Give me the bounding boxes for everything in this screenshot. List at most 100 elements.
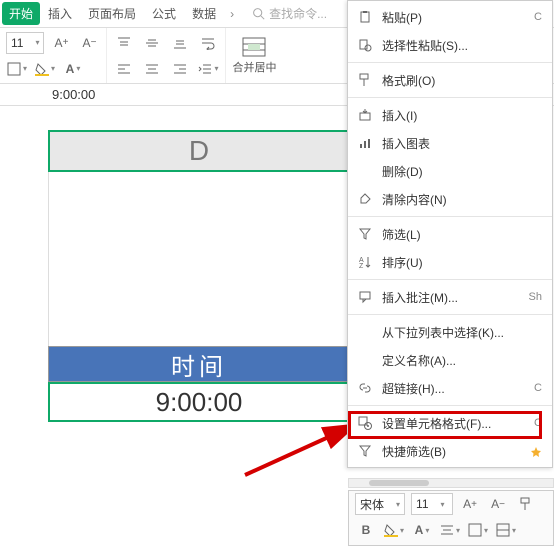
tab-more-icon[interactable]: › xyxy=(224,7,240,21)
context-menu-item-15[interactable]: 从下拉列表中选择(K)... xyxy=(348,318,552,346)
cell-format-icon xyxy=(356,414,374,432)
mini-decrease-font-icon[interactable]: A− xyxy=(487,493,509,515)
increase-font-icon[interactable]: A+ xyxy=(50,32,72,54)
context-menu-shortcut: Sh xyxy=(529,291,542,303)
context-menu-separator xyxy=(348,405,552,406)
blank-icon xyxy=(356,162,374,180)
align-right-icon[interactable] xyxy=(169,58,191,80)
decrease-font-icon[interactable]: A− xyxy=(78,32,100,54)
context-menu-label: 筛选(L) xyxy=(382,226,542,243)
context-menu-item-5[interactable]: 插入(I) xyxy=(348,101,552,129)
font-size-select[interactable]: 11▾ xyxy=(6,32,44,54)
mini-align-icon[interactable] xyxy=(439,519,461,541)
context-menu-label: 排序(U) xyxy=(382,254,542,271)
context-menu-label: 插入批注(M)... xyxy=(382,289,521,306)
title-cell[interactable]: 时间 xyxy=(48,346,350,382)
context-menu-item-13[interactable]: 插入批注(M)... Sh xyxy=(348,283,552,311)
mini-increase-font-icon[interactable]: A+ xyxy=(459,493,481,515)
context-menu-shortcut: C xyxy=(534,11,542,23)
context-menu-item-10[interactable]: 筛选(L) xyxy=(348,220,552,248)
paste-icon xyxy=(356,8,374,26)
context-menu-separator xyxy=(348,279,552,280)
context-menu-label: 设置单元格格式(F)... xyxy=(382,415,526,432)
paste-special-icon xyxy=(356,36,374,54)
context-menu-item-0[interactable]: 粘贴(P)C xyxy=(348,3,552,31)
wrap-text-icon[interactable] xyxy=(197,32,219,54)
mini-fill-color-icon[interactable] xyxy=(383,519,405,541)
link-icon xyxy=(356,379,374,397)
align-middle-icon[interactable] xyxy=(141,32,163,54)
tab-page-layout[interactable]: 页面布局 xyxy=(80,1,144,26)
empty-cells[interactable] xyxy=(48,172,350,346)
mini-font-color-icon[interactable]: A xyxy=(411,519,433,541)
context-menu-separator xyxy=(348,314,552,315)
context-menu-shortcut: C xyxy=(534,417,542,429)
context-menu-label: 格式刷(O) xyxy=(382,72,542,89)
context-menu-label: 删除(D) xyxy=(382,163,542,180)
insert-icon xyxy=(356,106,374,124)
context-menu-item-19[interactable]: 设置单元格格式(F)... C xyxy=(348,409,552,437)
mini-format-painter-icon[interactable] xyxy=(515,493,537,515)
align-left-icon[interactable] xyxy=(113,58,135,80)
quick-filter-icon xyxy=(356,442,374,460)
context-menu-label: 从下拉列表中选择(K)... xyxy=(382,324,542,341)
blank-icon xyxy=(356,323,374,341)
context-menu-item-1[interactable]: 选择性粘贴(S)... xyxy=(348,31,552,59)
context-menu-item-7[interactable]: 删除(D) xyxy=(348,157,552,185)
border-button[interactable] xyxy=(6,58,28,80)
font-color-button[interactable]: A xyxy=(62,58,84,80)
mini-font-name-select[interactable]: 宋体▾ xyxy=(355,493,405,515)
context-menu-label: 选择性粘贴(S)... xyxy=(382,37,542,54)
tab-formula[interactable]: 公式 xyxy=(144,1,184,26)
star-icon xyxy=(530,444,542,458)
context-menu-label: 定义名称(A)... xyxy=(382,352,542,369)
column-header-d[interactable]: D xyxy=(48,130,350,172)
context-menu-item-20[interactable]: 快捷筛选(B) xyxy=(348,437,552,465)
context-menu-label: 清除内容(N) xyxy=(382,191,542,208)
chart-icon xyxy=(356,134,374,152)
merge-center-button[interactable]: 合并居中 xyxy=(226,28,282,83)
tab-start[interactable]: 开始 xyxy=(2,2,40,25)
formula-bar-value: 9:00:00 xyxy=(52,87,95,102)
context-menu-label: 插入图表 xyxy=(382,135,542,152)
fill-color-button[interactable] xyxy=(34,58,56,80)
context-menu: 粘贴(P)C 选择性粘贴(S)... 格式刷(O) 插入(I) 插入图表删除(D) 清除内… xyxy=(347,0,553,468)
search-placeholder: 查找命令... xyxy=(269,5,327,22)
align-top-icon[interactable] xyxy=(113,32,135,54)
context-menu-item-6[interactable]: 插入图表 xyxy=(348,129,552,157)
indent-icon[interactable] xyxy=(197,58,219,80)
context-menu-item-3[interactable]: 格式刷(O) xyxy=(348,66,552,94)
mini-merge-icon[interactable] xyxy=(495,519,517,541)
align-center-icon[interactable] xyxy=(141,58,163,80)
context-menu-item-11[interactable]: AZ 排序(U) xyxy=(348,248,552,276)
tab-data[interactable]: 数据 xyxy=(184,1,224,26)
align-bottom-icon[interactable] xyxy=(169,32,191,54)
context-menu-label: 超链接(H)... xyxy=(382,380,526,397)
context-menu-label: 插入(I) xyxy=(382,107,542,124)
comment-icon xyxy=(356,288,374,306)
context-menu-shortcut: C xyxy=(534,382,542,394)
context-menu-separator xyxy=(348,97,552,98)
tab-insert[interactable]: 插入 xyxy=(40,1,80,26)
svg-text:Z: Z xyxy=(359,263,364,269)
context-menu-item-16[interactable]: 定义名称(A)... xyxy=(348,346,552,374)
clear-icon xyxy=(356,190,374,208)
filter-icon xyxy=(356,225,374,243)
search-input[interactable]: 查找命令... xyxy=(252,5,327,22)
context-menu-separator xyxy=(348,216,552,217)
context-menu-item-17[interactable]: 超链接(H)... C xyxy=(348,374,552,402)
merge-center-label: 合并居中 xyxy=(232,59,276,75)
mini-toolbar: 宋体▾ 11▾ A+ A− B A xyxy=(348,490,554,546)
mini-font-size-select[interactable]: 11▾ xyxy=(411,493,453,515)
blank-icon xyxy=(356,351,374,369)
time-cell[interactable]: 9:00:00 xyxy=(48,382,350,422)
search-icon xyxy=(252,7,265,20)
format-painter-icon xyxy=(356,71,374,89)
context-menu-label: 快捷筛选(B) xyxy=(382,443,522,460)
sort-icon: AZ xyxy=(356,253,374,271)
horizontal-scrollbar[interactable] xyxy=(348,478,554,488)
mini-border-icon[interactable] xyxy=(467,519,489,541)
context-menu-item-8[interactable]: 清除内容(N) xyxy=(348,185,552,213)
mini-bold-icon[interactable]: B xyxy=(355,519,377,541)
context-menu-separator xyxy=(348,62,552,63)
